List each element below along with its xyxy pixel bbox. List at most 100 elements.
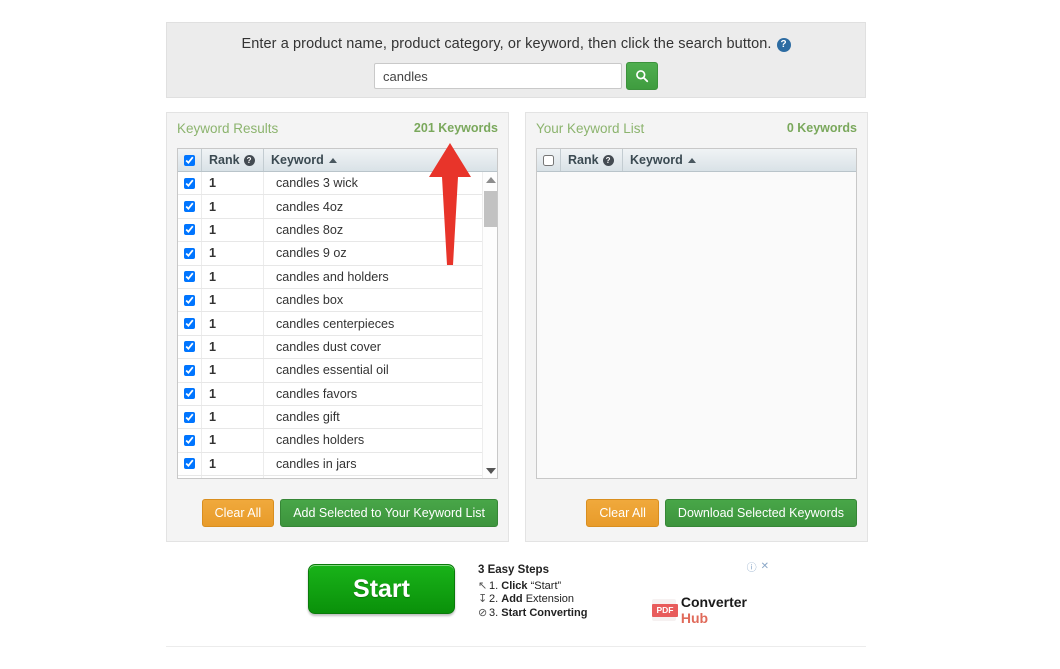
row-checkbox-cell[interactable] — [178, 288, 202, 312]
keyword-results-row-container: 1 candles 3 wick 1 candles 4oz 1 candles 8oz 1… — [178, 172, 497, 478]
table-row[interactable]: 1 candles in jars — [178, 452, 497, 477]
your-keyword-list-table: Rank ? Keyword — [536, 148, 857, 479]
row-rank: 1 — [202, 195, 264, 218]
table-row[interactable]: 1 candles box — [178, 288, 497, 313]
download-selected-button[interactable]: Download Selected Keywords — [664, 499, 857, 527]
row-keyword: candles and holders — [276, 269, 389, 284]
column-header-rank[interactable]: Rank ? — [202, 149, 264, 171]
search-button[interactable] — [626, 62, 658, 90]
ad-step-number: 3. — [489, 606, 499, 619]
row-checkbox[interactable] — [184, 341, 195, 353]
row-checkbox[interactable] — [184, 318, 195, 330]
footer-divider — [166, 646, 866, 647]
select-all-checkbox-cell[interactable] — [178, 149, 202, 171]
table-row[interactable]: 1candles jar — [178, 476, 497, 478]
your-keyword-list-empty-area[interactable] — [537, 172, 856, 478]
search-icon — [636, 70, 649, 83]
right-panel-buttons: Clear All Download Selected Keywords — [586, 499, 857, 527]
left-panel-header: Keyword Results 201 Keywords — [167, 113, 508, 145]
row-checkbox[interactable] — [184, 388, 195, 400]
ad-info-icon[interactable]: ⓘ — [747, 559, 757, 574]
table-row[interactable]: 1 candles 4oz — [178, 195, 497, 219]
clear-all-list-button[interactable]: Clear All — [586, 499, 659, 527]
table-row[interactable]: 1 candles 9 oz — [178, 242, 497, 266]
table-row[interactable]: 1 candles holders — [178, 429, 497, 453]
row-checkbox-cell[interactable] — [178, 476, 202, 478]
ad-step-number: 2. — [489, 593, 499, 605]
clear-all-results-button[interactable]: Clear All — [201, 499, 275, 527]
scroll-up-arrow-icon[interactable] — [483, 172, 497, 187]
row-keyword: candles 9 oz — [276, 246, 347, 261]
table-row[interactable]: 1 candles 8oz — [178, 218, 497, 243]
row-checkbox-cell[interactable] — [178, 265, 202, 288]
column-header-rank-right[interactable]: Rank ? — [561, 149, 623, 171]
select-all-checkbox-cell-right[interactable] — [537, 149, 561, 171]
row-checkbox[interactable] — [184, 411, 195, 423]
ad-logo[interactable]: PDF Converter Hub — [652, 594, 770, 626]
question-mark-icon-right[interactable]: ? — [602, 154, 614, 166]
left-panel-buttons: Clear All Add Selected to Your Keyword L… — [201, 499, 498, 527]
row-checkbox-cell[interactable] — [178, 172, 202, 195]
ad-controls: ⓘ ✕ — [747, 559, 769, 574]
ad-step-bold: Start Converting — [501, 606, 588, 619]
row-checkbox-cell[interactable] — [178, 242, 202, 265]
row-checkbox[interactable] — [184, 201, 195, 213]
row-checkbox-cell[interactable] — [178, 405, 202, 429]
sort-ascending-caret-icon-right — [687, 157, 696, 163]
row-keyword: candles gift — [276, 410, 340, 425]
row-keyword: candles centerpieces — [276, 316, 395, 331]
question-mark-icon[interactable]: ? — [243, 154, 255, 166]
left-panel-keyword-count: 201 Keywords — [413, 121, 498, 135]
column-header-keyword-label: Keyword — [271, 153, 324, 167]
scrollbar-thumb[interactable] — [484, 191, 497, 227]
table-row[interactable]: 1 candles 3 wick — [178, 172, 497, 196]
row-keyword: candles favors — [276, 386, 358, 401]
row-checkbox[interactable] — [184, 247, 195, 259]
left-panel-title: Keyword Results — [177, 121, 279, 136]
row-checkbox[interactable] — [184, 458, 195, 470]
row-checkbox[interactable] — [184, 224, 195, 236]
add-selected-button[interactable]: Add Selected to Your Keyword List — [280, 499, 498, 527]
ad-steps: 3 Easy Steps ↖ 1. Click “Start” ↧ 2. Add Ex… — [478, 564, 587, 620]
search-input[interactable] — [374, 63, 622, 89]
results-scrollbar[interactable] — [482, 172, 497, 478]
row-checkbox-cell[interactable] — [178, 195, 202, 218]
column-header-keyword-right[interactable]: Keyword — [623, 149, 856, 171]
ad-logo-text: Converter Hub — [681, 594, 770, 626]
select-all-checkbox-right[interactable] — [543, 154, 554, 166]
row-keyword: candles in jars — [276, 456, 357, 471]
row-checkbox-cell[interactable] — [178, 429, 202, 452]
table-row[interactable]: 1 candles gift — [178, 405, 497, 430]
row-checkbox-cell[interactable] — [178, 359, 202, 382]
row-rank: 1 — [202, 405, 264, 429]
ad-step-glyph-icon: ↧ — [478, 593, 488, 605]
row-checkbox[interactable] — [184, 364, 195, 376]
row-checkbox[interactable] — [184, 434, 195, 446]
row-checkbox-cell[interactable] — [178, 218, 202, 242]
search-row — [167, 62, 865, 90]
right-panel-keyword-count: 0 Keywords — [786, 121, 857, 135]
table-row[interactable]: 1 candles essential oil — [178, 359, 497, 383]
ad-close-icon[interactable]: ✕ — [761, 561, 769, 572]
select-all-checkbox[interactable] — [184, 154, 195, 166]
row-checkbox-cell[interactable] — [178, 382, 202, 405]
row-checkbox[interactable] — [184, 294, 195, 306]
row-keyword: candles essential oil — [276, 363, 389, 378]
column-header-keyword[interactable]: Keyword — [264, 149, 497, 171]
table-row[interactable]: 1 candles and holders — [178, 265, 497, 289]
table-row[interactable]: 1 candles dust cover — [178, 335, 497, 360]
row-rank: 1 — [202, 382, 264, 405]
ad-start-button[interactable]: Start — [308, 564, 455, 614]
row-rank: 1 — [202, 172, 264, 195]
table-row[interactable]: 1 candles favors — [178, 382, 497, 406]
column-header-rank-label-right: Rank — [568, 153, 599, 167]
column-header-keyword-label-right: Keyword — [630, 153, 683, 167]
scroll-down-arrow-icon[interactable] — [483, 463, 497, 478]
row-checkbox[interactable] — [184, 271, 195, 283]
table-row[interactable]: 1 candles centerpieces — [178, 312, 497, 336]
row-checkbox-cell[interactable] — [178, 335, 202, 359]
row-checkbox[interactable] — [184, 177, 195, 189]
row-checkbox-cell[interactable] — [178, 312, 202, 335]
row-checkbox-cell[interactable] — [178, 452, 202, 476]
help-icon[interactable]: ? — [776, 38, 791, 52]
